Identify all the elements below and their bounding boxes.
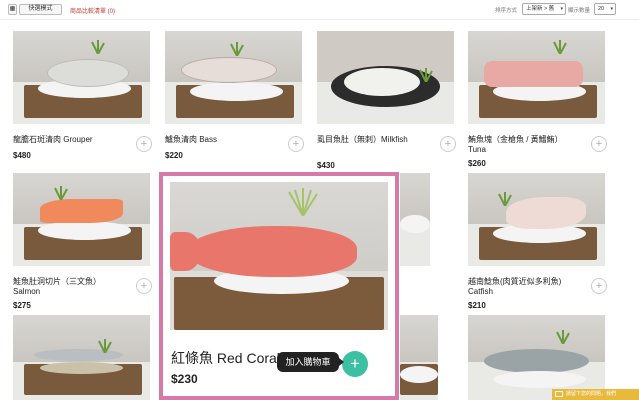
quick-view-button[interactable]: 快選模式 [19,4,62,15]
product-card[interactable] [400,173,430,308]
chat-bar-label: 請留下您的問題，我們 [566,391,617,397]
product-name[interactable]: 鱸魚清肉 Bass [165,135,271,145]
product-image[interactable] [400,315,438,400]
salmon-steak [40,199,123,224]
chevron-down-icon: ▾ [610,6,613,12]
red-fish [187,226,358,277]
product-image[interactable] [13,315,150,400]
image-salt [189,82,283,101]
add-to-cart-button[interactable]: + [136,278,152,294]
product-image[interactable] [468,173,605,266]
product-card[interactable] [468,315,608,400]
product-name[interactable]: 龍膽石斑清肉 Grouper [13,135,119,145]
product-image[interactable] [468,315,605,400]
product-price: $210 [468,301,486,310]
herb-garnish [550,40,570,55]
fish-fillet [181,57,278,84]
product-card[interactable] [13,315,153,400]
product-card[interactable]: 虱目魚肚（無刺）Milkfish $430 + [317,31,457,170]
focused-product-price: $230 [171,372,198,386]
perpage-label: 顯示數量 [568,8,591,14]
product-image[interactable] [468,31,605,124]
listing-toolbar: ▦ 快選模式 商品比較清單 (0) 排序方式 上架新 > 舊 ▾ 顯示數量 20… [0,0,639,18]
product-price: $480 [13,151,31,160]
herb-garnish [283,187,323,217]
herb-garnish [88,40,108,55]
product-card[interactable]: 鱸魚清肉 Bass $220 + [165,31,305,166]
sort-select-value: 上架新 > 舊 [526,6,555,12]
product-card[interactable]: 鮭魚肚洞切片（三文魚）Salmon $275 + [13,173,153,310]
add-to-cart-button[interactable]: + [288,136,304,152]
product-image[interactable] [400,173,430,266]
fish-tail [170,232,201,271]
tuna-block [484,60,584,87]
herb-garnish [416,68,436,83]
sort-select[interactable]: 上架新 > 舊 ▾ [522,3,566,15]
product-image[interactable] [317,31,454,124]
add-to-cart-button[interactable]: + [136,136,152,152]
mail-icon [555,391,563,397]
grid-view-button[interactable]: ▦ [8,4,17,15]
perpage-select[interactable]: 20 ▾ [594,3,616,15]
product-price: $220 [165,151,183,160]
add-to-cart-button[interactable]: + [440,136,456,152]
chat-bar[interactable]: 請留下您的問題，我們 [552,389,639,400]
herb-garnish [95,338,115,354]
perpage-select-value: 20 [598,6,605,12]
product-card[interactable] [400,315,438,400]
product-card[interactable]: 越南鯰魚(肉質近似多利魚) Catfish $210 + [468,173,608,310]
add-to-cart-tooltip: 加入購物車 [277,352,344,372]
product-image[interactable] [165,31,302,124]
sort-label: 排序方式 [495,8,518,14]
compare-list-link[interactable]: 商品比較清單 (0) [70,6,115,15]
divider [0,19,639,20]
fish-fillet [344,68,420,97]
product-name[interactable]: 虱目魚肚（無刺）Milkfish [317,135,423,145]
chevron-down-icon: ▾ [560,6,563,12]
add-to-cart-button[interactable]: + [591,278,607,294]
focused-product-image[interactable] [170,182,388,330]
fish-fillet [47,58,130,87]
herb-garnish [227,42,247,57]
image-wall [400,315,438,362]
grid-icon: ▦ [9,6,16,12]
whole-fish [40,361,123,374]
add-to-cart-button[interactable]: + [342,351,368,377]
product-price: $275 [13,301,31,310]
image-salt [400,214,430,234]
product-name[interactable]: 鮪魚塊（金槍魚 / 黃鰭鮪）Tuna [468,135,574,155]
image-salt [492,371,586,389]
image-salt [37,221,131,240]
herb-garnish [51,186,71,201]
quick-view-label: 快選模式 [28,6,53,12]
mackerel-fillet [484,349,589,373]
add-to-cart-button[interactable]: + [591,136,607,152]
product-name[interactable]: 越南鯰魚(肉質近似多利魚) Catfish [468,277,574,297]
herb-garnish [553,330,573,345]
product-price: $430 [317,161,335,170]
fish-fillet [506,197,586,229]
product-image[interactable] [13,31,150,124]
product-price: $260 [468,159,486,168]
herb-garnish [495,191,515,207]
image-salt [400,366,438,383]
product-image[interactable] [13,173,150,266]
product-name[interactable]: 鮭魚肚洞切片（三文魚）Salmon [13,277,119,297]
product-card[interactable]: 龍膽石斑清肉 Grouper $480 + [13,31,153,166]
product-card[interactable]: 鮪魚塊（金槍魚 / 黃鰭鮪）Tuna $260 + [468,31,608,168]
